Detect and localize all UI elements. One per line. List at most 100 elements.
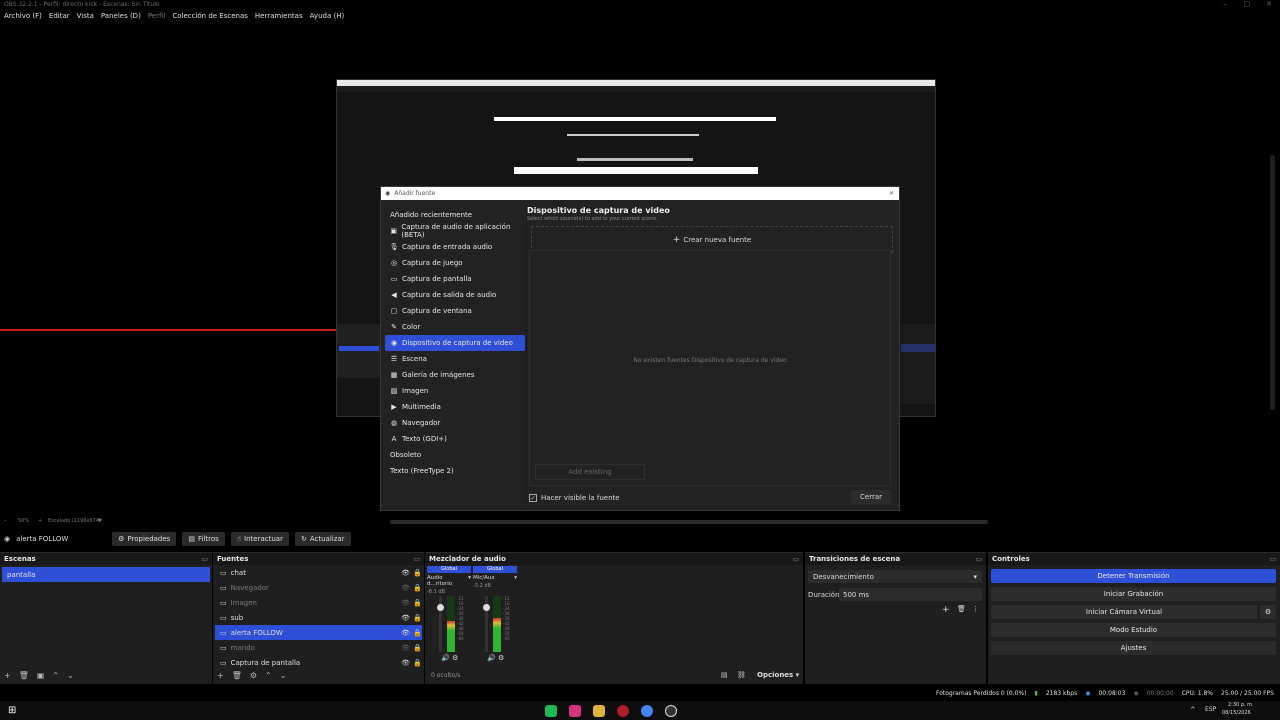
dock-menu-icon[interactable]: ▭ — [975, 555, 982, 563]
chevron-up-icon[interactable]: ^ — [1190, 706, 1196, 714]
add-existing-button[interactable]: Add existing — [535, 464, 645, 480]
trash-icon[interactable]: 🗑 — [19, 671, 29, 680]
chevron-up-icon[interactable]: ⌃ — [265, 671, 272, 680]
filters-button[interactable]: ▤ Filtros — [182, 532, 225, 546]
filter-icon[interactable]: ▣ — [37, 671, 45, 680]
menu-scene-collection[interactable]: Colección de Escenas — [172, 12, 248, 23]
volume-slider[interactable] — [437, 596, 444, 652]
source-type-item[interactable]: ▢ Captura de ventana — [385, 303, 525, 319]
chevron-up-icon[interactable]: ⌃ — [52, 671, 59, 680]
close-button[interactable]: Cerrar — [851, 490, 891, 504]
source-type-item[interactable]: ✎ Color — [385, 319, 525, 335]
start-record-button[interactable]: Iniciar Grabación — [991, 587, 1276, 601]
instagram-icon[interactable] — [569, 704, 582, 717]
close-window-button[interactable]: ✕ — [1258, 0, 1280, 11]
eye-off-icon[interactable]: 👁 — [401, 599, 410, 607]
eye-off-icon[interactable]: 👁 — [401, 584, 410, 592]
menu-help[interactable]: Ayuda (H) — [310, 12, 345, 23]
lock-icon[interactable]: 🔒 — [413, 599, 422, 607]
settings-button[interactable]: Ajustes — [991, 641, 1276, 655]
obs-icon[interactable] — [665, 704, 678, 717]
menu-edit[interactable]: Editar — [49, 12, 70, 23]
gear-icon[interactable]: ⚙ — [498, 654, 504, 662]
source-type-item[interactable]: ▣ Captura de audio de aplicación (BETA) — [385, 223, 525, 239]
dock-menu-icon[interactable]: ▭ — [201, 555, 208, 563]
eye-icon[interactable]: 👁 — [401, 659, 410, 667]
lock-icon[interactable]: 🔒 — [413, 629, 422, 637]
close-icon[interactable]: ✕ — [889, 190, 894, 197]
lock-icon[interactable]: 🔒 — [413, 584, 422, 592]
menu-docks[interactable]: Paneles (D) — [101, 12, 141, 23]
trash-icon[interactable]: 🗑 — [957, 605, 966, 613]
gear-icon[interactable]: ⚙ — [452, 654, 458, 662]
eye-icon[interactable]: 👁 — [401, 629, 410, 637]
more-icon[interactable]: ⋮ — [972, 605, 979, 613]
source-type-item[interactable]: ◉ Dispositivo de captura de video — [385, 335, 525, 351]
source-item[interactable]: ▭ Imagen 👁 🔒 — [215, 595, 422, 610]
clock-time[interactable]: 2:30 p. m. — [1228, 702, 1254, 708]
source-item[interactable]: ▭ mando 👁 🔒 — [215, 640, 422, 655]
folder-icon[interactable] — [593, 704, 606, 717]
slider-handle[interactable] — [483, 604, 490, 611]
duration-input[interactable]: 500 ms — [839, 588, 982, 601]
opera-icon[interactable] — [617, 704, 630, 717]
refresh-button[interactable]: ↻ Actualizar — [294, 532, 351, 546]
volume-slider[interactable] — [483, 596, 490, 652]
zoom-level[interactable]: 50% — [18, 518, 29, 524]
chevron-down-icon[interactable]: ▾ — [514, 575, 517, 581]
source-type-item[interactable]: ◍ Navegador — [385, 415, 525, 431]
minimize-button[interactable]: – — [1214, 0, 1236, 11]
source-type-item[interactable]: ◎ Captura de juego — [385, 255, 525, 271]
dock-menu-icon[interactable]: ▭ — [792, 555, 799, 563]
source-item[interactable]: ▭ alerta FOLLOW 👁 🔒 — [215, 625, 422, 640]
source-item[interactable]: ▭ sub 👁 🔒 — [215, 610, 422, 625]
spotify-icon[interactable] — [545, 704, 558, 717]
source-type-item[interactable]: Texto (FreeType 2) — [385, 463, 525, 479]
scene-item[interactable]: pantalla — [2, 567, 210, 582]
source-item[interactable]: ▭ chat 👁 🔒 — [215, 565, 422, 580]
gear-icon[interactable]: ⚙ — [250, 671, 257, 680]
eye-off-icon[interactable]: 👁 — [401, 644, 410, 652]
menu-tools[interactable]: Herramientas — [255, 12, 303, 23]
chevron-down-icon[interactable]: ▾ — [468, 575, 471, 587]
list-icon[interactable]: ▤ — [721, 671, 728, 679]
chevron-down-icon[interactable]: ⌄ — [67, 671, 74, 680]
interact-button[interactable]: ☝ Interactuar — [230, 532, 289, 546]
link-icon[interactable]: ⛓ — [737, 671, 746, 679]
source-type-item[interactable]: 🎙 Captura de entrada audio — [385, 239, 525, 255]
virtual-camera-button[interactable]: Iniciar Cámara Virtual — [991, 605, 1257, 619]
menu-file[interactable]: Archivo (F) — [4, 12, 42, 23]
create-new-source[interactable]: + Crear nueva fuente — [531, 226, 893, 253]
preview-h-scrollbar[interactable] — [390, 520, 988, 524]
chevron-down-icon[interactable]: ⌄ — [280, 671, 287, 680]
chrome-icon[interactable] — [641, 704, 654, 717]
menu-profile[interactable]: Perfil — [148, 12, 166, 23]
lock-icon[interactable]: 🔒 — [413, 569, 422, 577]
properties-button[interactable]: ⚙ Propiedades — [112, 532, 177, 546]
menu-view[interactable]: Vista — [77, 12, 94, 23]
lock-icon[interactable]: 🔒 — [413, 659, 422, 667]
studio-mode-button[interactable]: Modo Estudio — [991, 623, 1276, 637]
add-icon[interactable]: + — [217, 671, 224, 680]
source-item[interactable]: ▭ Navegador 👁 🔒 — [215, 580, 422, 595]
chevron-down-icon[interactable]: ▼ — [98, 518, 102, 524]
eye-icon[interactable]: 👁 — [401, 569, 410, 577]
lock-icon[interactable]: 🔒 — [413, 614, 422, 622]
source-type-item[interactable]: ▨ Imagen — [385, 383, 525, 399]
stop-stream-button[interactable]: Detener Transmisión — [991, 569, 1276, 583]
options-button[interactable]: Opciones ▾ — [757, 671, 799, 679]
slider-handle[interactable] — [437, 604, 444, 611]
transition-select[interactable]: Desvanecimiento ▾ — [808, 570, 982, 583]
speaker-icon[interactable]: 🔊 — [441, 654, 450, 662]
trash-icon[interactable]: 🗑 — [232, 671, 242, 680]
source-type-item[interactable]: ▭ Captura de pantalla — [385, 271, 525, 287]
source-type-item[interactable]: ▶ Multimedia — [385, 399, 525, 415]
eye-icon[interactable]: 👁 — [401, 614, 410, 622]
speaker-icon[interactable]: 🔊 — [487, 654, 496, 662]
add-icon[interactable]: + — [4, 671, 11, 680]
windows-start-icon[interactable]: ⊞ — [8, 705, 16, 716]
lock-icon[interactable]: 🔒 — [413, 644, 422, 652]
visible-checkbox[interactable]: ✓ Hacer visible la fuente — [529, 494, 620, 502]
maximize-button[interactable]: □ — [1236, 0, 1258, 11]
source-type-item[interactable]: A Texto (GDI+) — [385, 431, 525, 447]
